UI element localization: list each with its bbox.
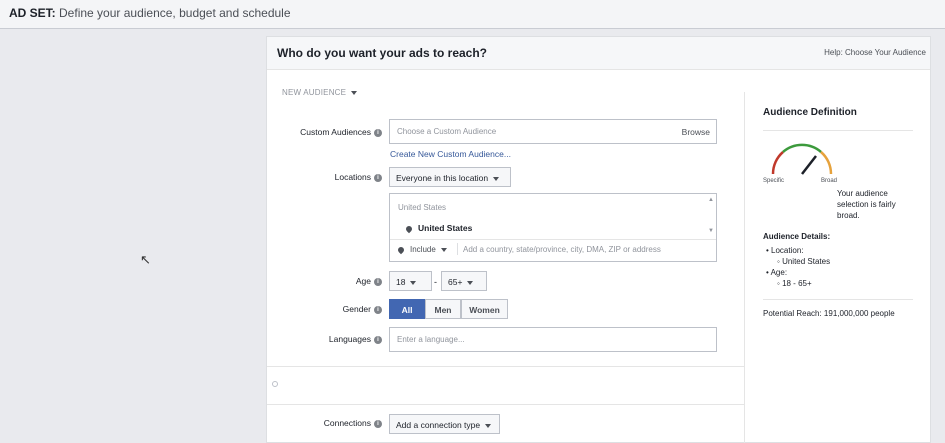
info-icon[interactable]: i	[374, 305, 382, 314]
info-icon[interactable]: i	[374, 277, 382, 286]
caret-down-icon	[485, 423, 492, 428]
location-type-dropdown[interactable]: Everyone in this location	[389, 167, 511, 187]
age-min-dropdown[interactable]: 18	[389, 271, 432, 291]
help-prefix: Help:	[824, 48, 843, 57]
languages-text: Languages	[328, 334, 371, 344]
info-icon[interactable]: i	[374, 419, 382, 428]
caret-down-icon	[351, 90, 358, 95]
header-text: Define your audience, budget and schedul…	[59, 6, 291, 20]
audience-definition-title: Audience Definition	[763, 107, 857, 118]
detail-age: • Age:	[766, 268, 788, 277]
include-label: Include	[410, 245, 436, 254]
custom-audiences-text: Custom Audiences	[300, 127, 371, 137]
audience-selector-label: NEW AUDIENCE	[282, 88, 347, 97]
audience-description: Your audience selection is fairly broad.	[837, 189, 896, 220]
age-max-dropdown[interactable]: 65+	[441, 271, 487, 291]
languages-label: Languages i	[272, 334, 382, 344]
scroll-down-icon[interactable]: ▼	[708, 228, 714, 234]
sidebar-divider	[763, 130, 913, 131]
audience-details-list: • Location: ◦ United States • Age: ◦ 18 …	[763, 245, 830, 289]
radio-button[interactable]	[272, 381, 278, 387]
audience-details-title: Audience Details:	[763, 232, 831, 241]
selected-location-label: United States	[418, 223, 473, 233]
include-separator	[457, 243, 458, 255]
age-range-dash: -	[434, 277, 437, 287]
gauge-specific-label: Specific	[763, 178, 785, 184]
location-pin-icon	[404, 224, 414, 233]
detail-location-text: United States	[782, 257, 831, 266]
connection-type-dropdown[interactable]: Add a connection type	[389, 414, 500, 434]
include-dropdown[interactable]: Include	[396, 245, 447, 255]
connections-text: Connections	[323, 418, 371, 428]
info-icon[interactable]: i	[374, 173, 382, 182]
gender-men-button[interactable]: Men	[425, 299, 461, 319]
location-type-label: Everyone in this location	[396, 173, 489, 183]
gender-women-button[interactable]: Women	[461, 299, 508, 319]
location-search-input[interactable]: Add a country, state/province, city, DMA…	[463, 245, 661, 254]
gender-all-button[interactable]: All	[389, 299, 425, 319]
gauge-broad-label: Broad	[821, 178, 838, 184]
age-label: Age i	[272, 276, 382, 286]
potential-reach: Potential Reach: 191,000,000 people	[763, 309, 895, 318]
languages-input[interactable]: Enter a language...	[389, 327, 717, 352]
audience-panel: Who do you want your ads to reach? Help:…	[266, 36, 931, 443]
age-text: Age	[355, 276, 371, 286]
custom-audiences-label: Custom Audiences i	[272, 127, 382, 137]
custom-audience-placeholder: Choose a Custom Audience	[397, 127, 497, 136]
gender-label: Gender i	[272, 304, 382, 314]
caret-down-icon	[410, 280, 417, 285]
help-link-text: Choose Your Audience	[845, 48, 926, 57]
selected-location[interactable]: United States	[404, 223, 473, 233]
header-label: AD SET:	[9, 6, 56, 20]
page-header: AD SET: Define your audience, budget and…	[0, 0, 945, 29]
caret-down-icon	[440, 247, 447, 252]
location-country-header: United States	[398, 203, 447, 212]
age-max-value: 65+	[448, 277, 463, 287]
sidebar-divider	[763, 299, 913, 300]
age-min-value: 18	[396, 277, 406, 287]
section-divider	[267, 404, 744, 405]
caret-down-icon	[467, 280, 474, 285]
create-custom-audience-link[interactable]: Create New Custom Audience...	[390, 149, 511, 159]
help-link[interactable]: Help: Choose Your Audience	[824, 48, 926, 57]
gender-text: Gender	[342, 304, 371, 314]
connection-type-label: Add a connection type	[396, 420, 481, 430]
locations-label: Locations i	[272, 172, 382, 182]
locations-divider	[390, 239, 716, 240]
browse-button[interactable]: Browse	[682, 127, 710, 137]
audience-selector[interactable]: NEW AUDIENCE	[282, 88, 358, 97]
panel-header: Who do you want your ads to reach? Help:…	[267, 37, 930, 70]
languages-placeholder: Enter a language...	[397, 335, 465, 344]
detail-age-text: 18 - 65+	[782, 279, 812, 288]
detail-location: • Location:	[766, 246, 804, 255]
section-divider	[267, 366, 744, 367]
detail-age-label: Age:	[770, 268, 788, 277]
caret-down-icon	[493, 176, 500, 181]
audience-definition-sidebar: Audience Definition Specific Broad Your …	[744, 92, 929, 443]
scroll-up-icon[interactable]: ▲	[708, 197, 714, 203]
detail-age-value: ◦ 18 - 65+	[777, 279, 812, 288]
connections-label: Connections i	[272, 418, 382, 428]
locations-text: Locations	[334, 172, 371, 182]
location-pin-icon	[396, 245, 406, 255]
info-icon[interactable]: i	[374, 128, 382, 137]
mouse-cursor-icon: ↖	[140, 252, 151, 267]
locations-box: United States United States ▲ ▼ Include …	[389, 193, 717, 262]
detail-location-value: ◦ United States	[777, 257, 831, 266]
left-pane	[0, 30, 266, 443]
info-icon[interactable]: i	[374, 335, 382, 344]
audience-size-gauge-icon	[771, 143, 833, 175]
panel-title: Who do you want your ads to reach?	[277, 46, 488, 60]
custom-audience-input[interactable]: Choose a Custom Audience Browse	[389, 119, 717, 144]
detail-location-label: Location:	[771, 246, 804, 255]
